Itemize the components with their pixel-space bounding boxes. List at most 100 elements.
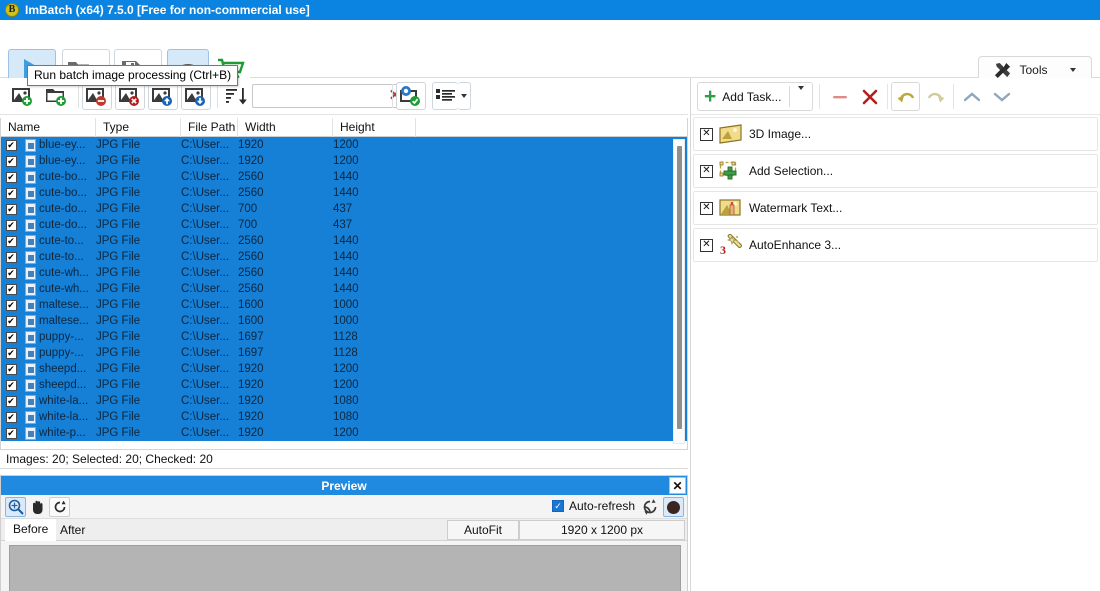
task-enabled-checkbox[interactable]: ✕ — [700, 201, 713, 215]
row-checkbox[interactable]: ✔ — [1, 411, 21, 423]
task-list[interactable]: ✕ 3D Image... ✕ Add Selection... ✕ Watermark … — [691, 115, 1100, 262]
row-checkbox[interactable]: ✔ — [1, 203, 21, 215]
table-row[interactable]: ✔ cute-wh... JPG File C:\User... 2560 1440 — [1, 265, 687, 281]
view-mode-button[interactable] — [432, 82, 458, 110]
add-selection-icon — [719, 160, 743, 182]
table-row[interactable]: ✔ cute-to... JPG File C:\User... 2560 1440 — [1, 249, 687, 265]
column-header-filepath[interactable]: File Path — [181, 118, 238, 137]
add-task-dropdown-button[interactable] — [790, 85, 812, 104]
cell-filepath: C:\User... — [181, 331, 229, 343]
task-list-item[interactable]: ✕ 3D Image... — [693, 117, 1098, 151]
table-row[interactable]: ✔ cute-bo... JPG File C:\User... 2560 1440 — [1, 185, 687, 201]
table-row[interactable]: ✔ cute-do... JPG File C:\User... 700 437 — [1, 201, 687, 217]
row-checkbox[interactable]: ✔ — [1, 267, 21, 279]
table-row[interactable]: ✔ maltese... JPG File C:\User... 1600 1000 — [1, 313, 687, 329]
move-task-up-button[interactable] — [957, 82, 986, 111]
column-header-type[interactable]: Type — [96, 118, 181, 137]
row-checkbox[interactable]: ✔ — [1, 171, 21, 183]
undo-button[interactable] — [891, 82, 920, 111]
pan-tool-button[interactable] — [27, 497, 48, 517]
remove-image-button[interactable] — [82, 82, 112, 110]
table-row[interactable]: ✔ puppy-... JPG File C:\User... 1697 1128 — [1, 329, 687, 345]
column-header-name[interactable]: Name — [1, 118, 96, 137]
add-images-button[interactable] — [8, 82, 38, 110]
row-checkbox[interactable]: ✔ — [1, 427, 21, 439]
table-row[interactable]: ✔ white-la... JPG File C:\User... 1920 1080 — [1, 393, 687, 409]
move-image-up-button[interactable] — [148, 82, 178, 110]
check-images-button[interactable] — [396, 82, 426, 110]
table-row[interactable]: ✔ maltese... JPG File C:\User... 1600 1000 — [1, 297, 687, 313]
delete-all-tasks-button[interactable] — [855, 82, 884, 111]
cell-name: cute-bo... — [39, 187, 87, 199]
preview-tab-after[interactable]: After — [52, 520, 93, 541]
table-row[interactable]: ✔ blue-ey... JPG File C:\User... 1920 1200 — [1, 137, 687, 153]
auto-refresh-control[interactable]: ✓ Auto-refresh — [551, 499, 635, 513]
redo-button[interactable] — [921, 82, 950, 111]
table-row[interactable]: ✔ cute-do... JPG File C:\User... 700 437 — [1, 217, 687, 233]
sort-button[interactable] — [224, 82, 250, 110]
auto-refresh-checkbox[interactable]: ✓ — [551, 500, 564, 512]
table-row[interactable]: ✔ cute-bo... JPG File C:\User... 2560 1440 — [1, 169, 687, 185]
add-task-label: Add Task... — [722, 89, 782, 104]
checkmark-icon: ✔ — [5, 235, 17, 247]
refresh-preview-button[interactable] — [641, 498, 659, 516]
task-enabled-checkbox[interactable]: ✕ — [700, 127, 713, 141]
preview-close-button[interactable]: ✕ — [669, 477, 686, 494]
task-list-item[interactable]: ✕ 3 AutoEnhance 3... — [693, 228, 1098, 262]
add-task-button[interactable]: + Add Task... — [697, 82, 814, 111]
rotate-tool-button[interactable] — [49, 497, 70, 517]
preview-tab-before[interactable]: Before — [5, 519, 57, 541]
row-checkbox[interactable]: ✔ — [1, 139, 21, 151]
row-checkbox[interactable]: ✔ — [1, 235, 21, 247]
cell-filepath: C:\User... — [181, 283, 229, 295]
table-row[interactable]: ✔ blue-ey... JPG File C:\User... 1920 1200 — [1, 153, 687, 169]
watermark-text-icon — [719, 198, 743, 218]
stop-preview-button[interactable] — [663, 497, 684, 517]
move-task-down-button[interactable] — [987, 82, 1016, 111]
column-header-height[interactable]: Height — [333, 118, 416, 137]
table-row[interactable]: ✔ puppy-... JPG File C:\User... 1697 1128 — [1, 345, 687, 361]
jpg-file-icon — [21, 234, 39, 248]
file-list-scrollbar[interactable] — [673, 139, 685, 444]
row-checkbox[interactable]: ✔ — [1, 299, 21, 311]
row-checkbox[interactable]: ✔ — [1, 331, 21, 343]
move-image-down-button[interactable] — [181, 82, 211, 110]
row-checkbox[interactable]: ✔ — [1, 347, 21, 359]
table-row[interactable]: ✔ white-la... JPG File C:\User... 1920 1080 — [1, 409, 687, 425]
table-row[interactable]: ✔ white-p... JPG File C:\User... 1920 1200 — [1, 425, 687, 441]
task-enabled-checkbox[interactable]: ✕ — [700, 164, 713, 178]
row-checkbox[interactable]: ✔ — [1, 251, 21, 263]
table-row[interactable]: ✔ sheepd... JPG File C:\User... 1920 1200 — [1, 377, 687, 393]
task-list-item[interactable]: ✕ Watermark Text... — [693, 191, 1098, 225]
row-checkbox[interactable]: ✔ — [1, 315, 21, 327]
zoom-tool-button[interactable] — [5, 497, 26, 517]
rotate-icon — [54, 500, 66, 513]
row-checkbox[interactable]: ✔ — [1, 187, 21, 199]
remove-all-images-button[interactable] — [115, 82, 145, 110]
search-input[interactable] — [256, 86, 384, 106]
search-box[interactable]: ✕ — [252, 84, 407, 108]
column-header-width[interactable]: Width — [238, 118, 333, 137]
row-checkbox[interactable]: ✔ — [1, 155, 21, 167]
cell-height: 1080 — [333, 411, 359, 423]
task-list-item[interactable]: ✕ Add Selection... — [693, 154, 1098, 188]
row-checkbox[interactable]: ✔ — [1, 363, 21, 375]
row-checkbox[interactable]: ✔ — [1, 379, 21, 391]
table-row[interactable]: ✔ cute-wh... JPG File C:\User... 2560 1440 — [1, 281, 687, 297]
autofit-button[interactable]: AutoFit — [447, 520, 519, 540]
undo-arrow-icon — [897, 92, 914, 102]
file-list[interactable]: Name Type File Path Width Height ✔ blue-e… — [0, 118, 688, 450]
remove-task-button[interactable] — [825, 82, 854, 111]
table-row[interactable]: ✔ cute-to... JPG File C:\User... 2560 1440 — [1, 233, 687, 249]
scrollbar-thumb[interactable] — [677, 146, 682, 429]
jpg-file-icon — [21, 218, 39, 232]
row-checkbox[interactable]: ✔ — [1, 219, 21, 231]
add-folder-button[interactable] — [42, 82, 72, 110]
file-list-rows[interactable]: ✔ blue-ey... JPG File C:\User... 1920 1200 ✔ bl… — [1, 137, 687, 449]
row-checkbox[interactable]: ✔ — [1, 283, 21, 295]
task-enabled-checkbox[interactable]: ✕ — [700, 238, 713, 252]
preview-canvas[interactable] — [9, 545, 681, 591]
row-checkbox[interactable]: ✔ — [1, 395, 21, 407]
table-row[interactable]: ✔ sheepd... JPG File C:\User... 1920 1200 — [1, 361, 687, 377]
view-mode-dropdown-button[interactable] — [458, 82, 471, 110]
